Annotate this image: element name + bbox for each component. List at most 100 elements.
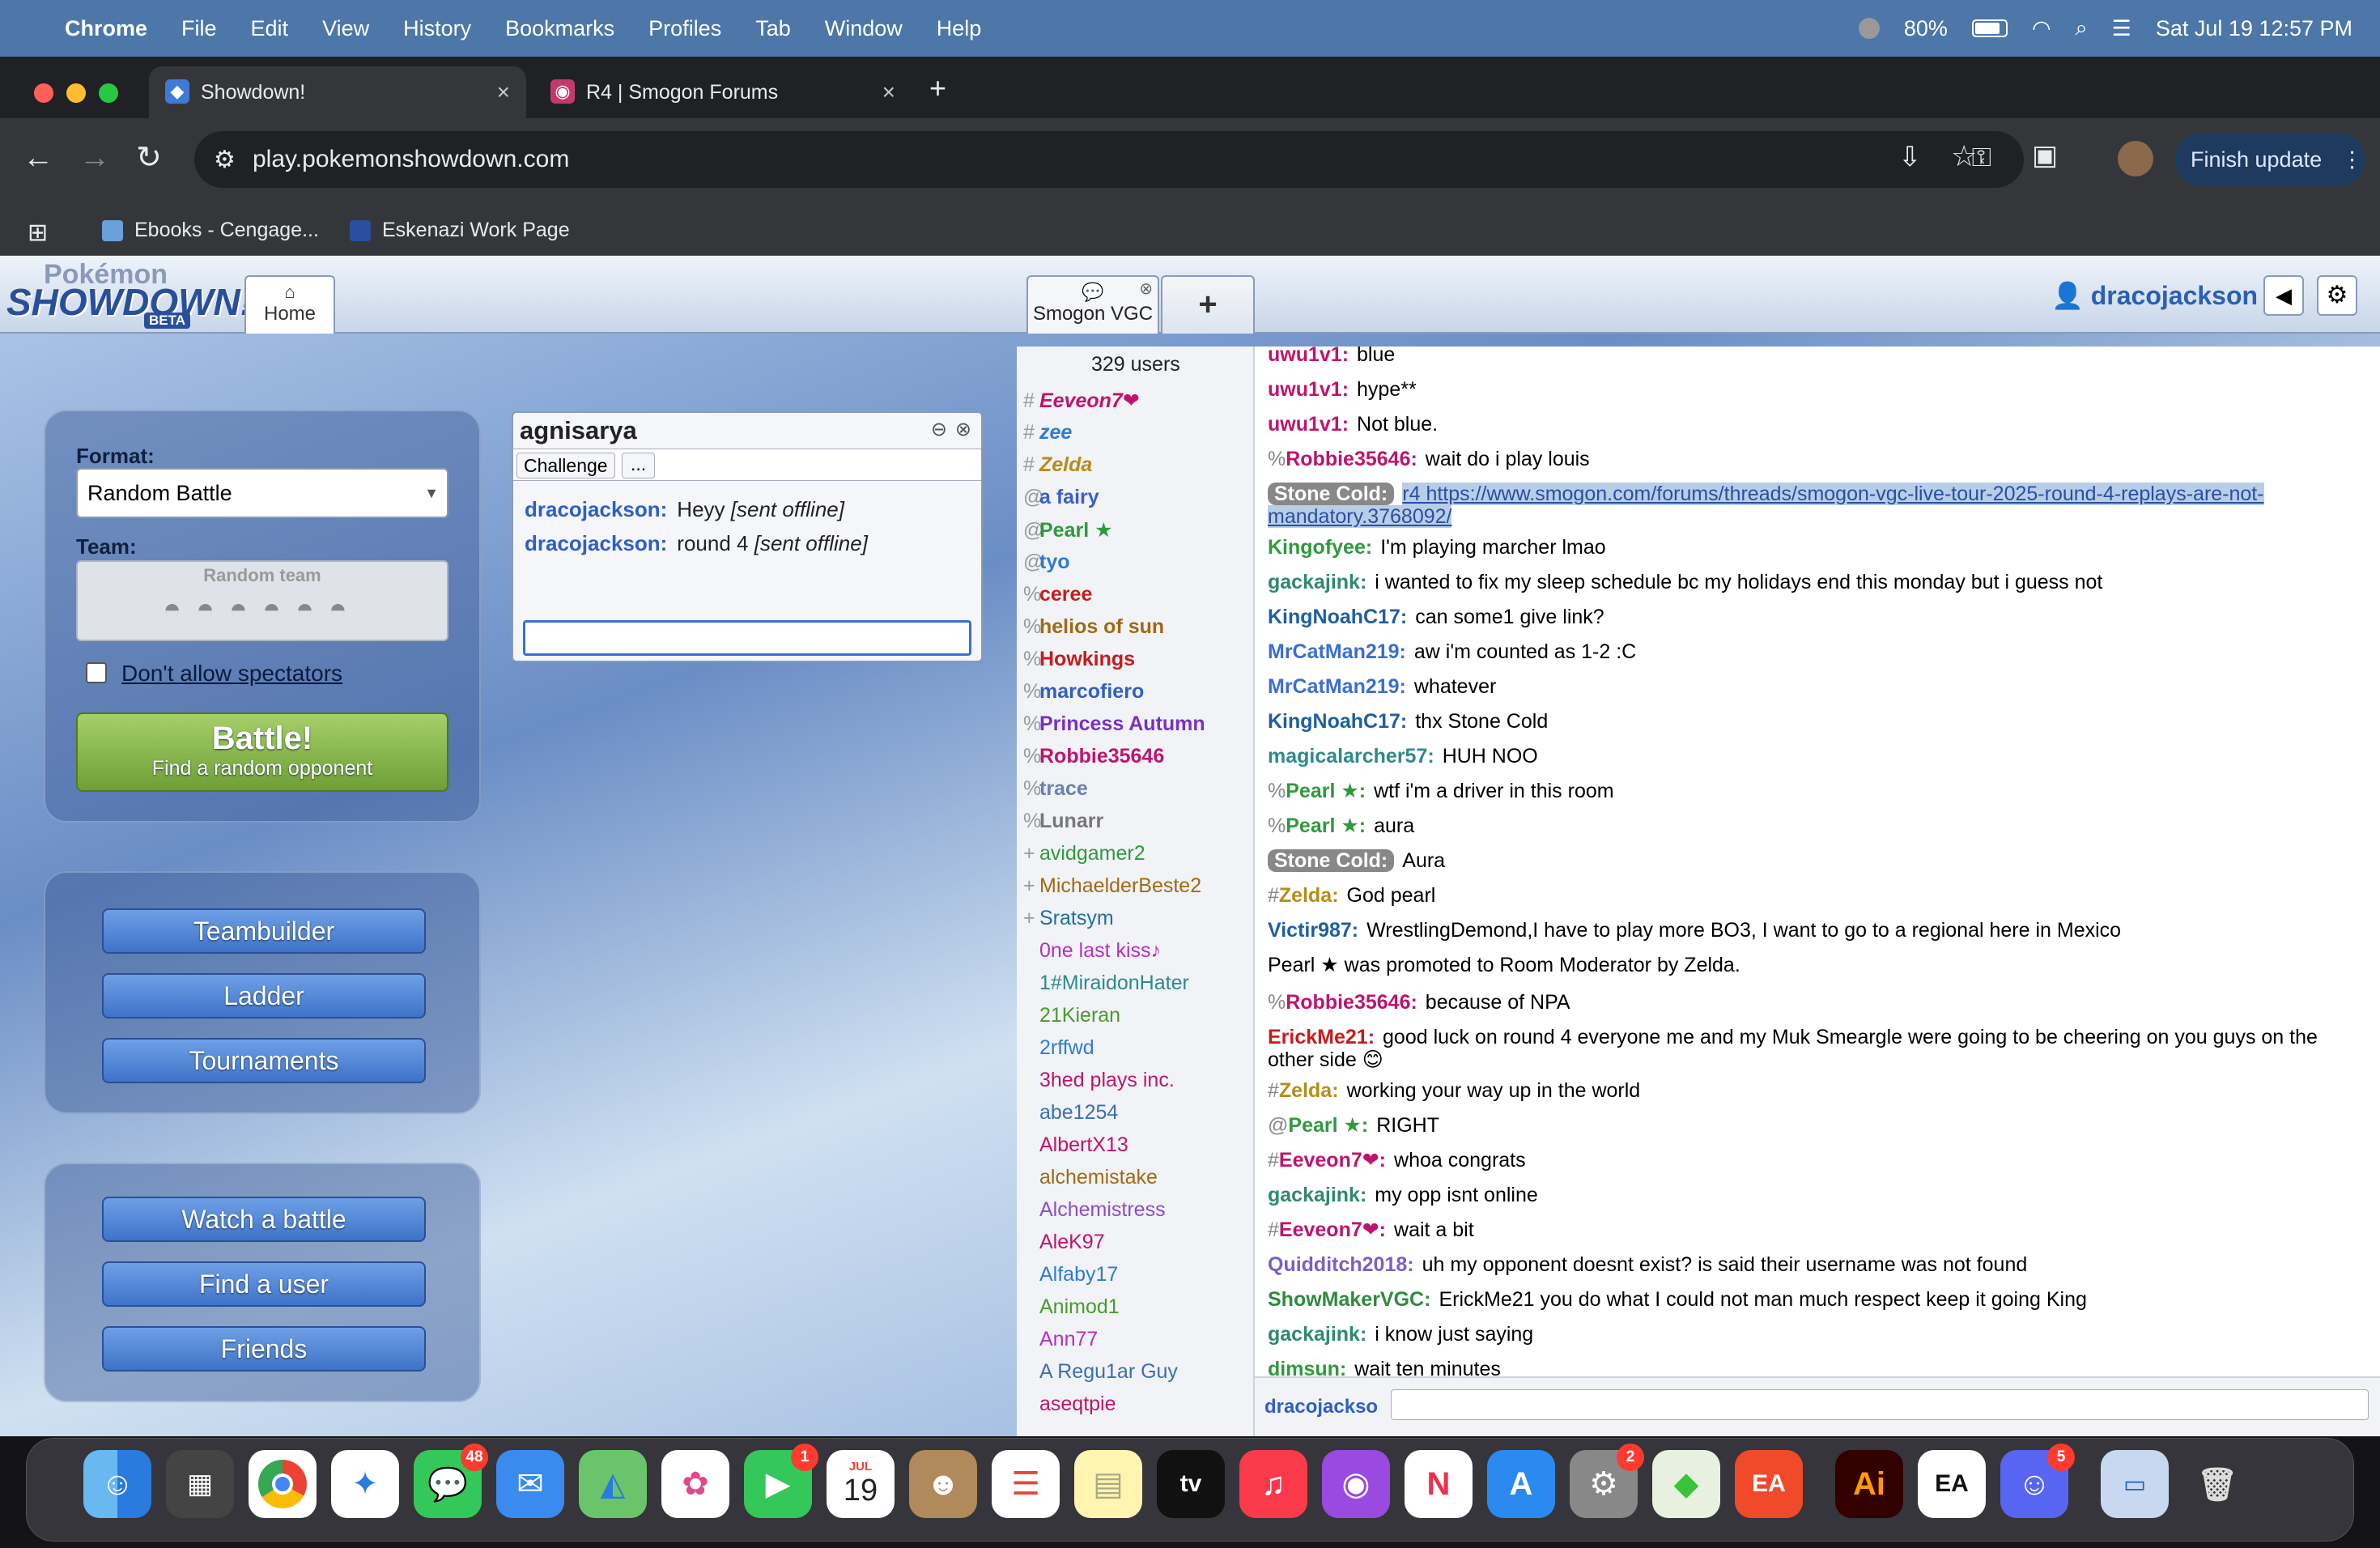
userlist-item[interactable]: %marcofiero	[1023, 680, 1144, 704]
menu-window[interactable]: Window	[825, 16, 903, 41]
team-select[interactable]: Random team ◓◓◓◓◓◓	[76, 560, 448, 641]
menu-file[interactable]: File	[181, 16, 217, 41]
userlist-item[interactable]: 3hed plays inc.	[1023, 1069, 1175, 1092]
userlist-item[interactable]: + MichaelderBeste2	[1023, 874, 1201, 898]
tournaments-button[interactable]: Tournaments	[102, 1038, 426, 1083]
minimize-pm-icon[interactable]: ⊖	[931, 418, 947, 441]
music-icon[interactable]: ♫	[1239, 1450, 1307, 1518]
userlist-item[interactable]: 0ne last kiss♪	[1023, 939, 1161, 963]
userlist-item[interactable]: %Lunarr	[1023, 810, 1103, 833]
close-tab-icon[interactable]: ×	[497, 79, 510, 105]
watch-battle-button[interactable]: Watch a battle	[102, 1197, 426, 1242]
battery-icon[interactable]	[1971, 19, 2008, 37]
chat-username[interactable]: KingNoahC17:	[1268, 606, 1407, 628]
menu-view[interactable]: View	[322, 16, 369, 41]
zoom-window-button[interactable]	[99, 83, 118, 103]
contacts-icon[interactable]: ☻	[909, 1450, 977, 1518]
chat-username[interactable]: Quidditch2018:	[1268, 1253, 1414, 1276]
showdown-logo[interactable]: Pokémon SHOWDOWN! BETA	[6, 259, 253, 330]
photos-icon[interactable]: ✿	[661, 1450, 729, 1518]
chat-username[interactable]: MrCatMan219:	[1268, 640, 1406, 663]
menu-tab[interactable]: Tab	[755, 16, 791, 41]
chat-username[interactable]: uwu1v1:	[1268, 378, 1349, 401]
userlist-item[interactable]: 2rffwd	[1023, 1036, 1094, 1060]
bookmark-eskenazi[interactable]: Eskenazi Work Page	[350, 219, 570, 242]
address-bar[interactable]: ⚙ play.pokemonshowdown.com ⚿	[194, 131, 2024, 188]
userlist-item[interactable]: %Howkings	[1023, 648, 1135, 671]
settings-button[interactable]: ⚙	[2317, 275, 2357, 316]
spectator-checkbox[interactable]	[86, 662, 107, 683]
find-user-button[interactable]: Find a user	[102, 1261, 426, 1307]
chat-username[interactable]: gackajink:	[1268, 1184, 1366, 1206]
challenge-button[interactable]: Challenge	[516, 453, 615, 478]
close-room-icon[interactable]: ⊗	[1139, 279, 1153, 299]
apple-tv-icon[interactable]: tv	[1157, 1450, 1225, 1518]
site-info-icon[interactable]: ⚙	[214, 146, 236, 174]
back-icon[interactable]: ←	[23, 141, 53, 176]
reload-icon[interactable]: ↻	[136, 139, 162, 176]
illustrator-icon[interactable]: Ai	[1835, 1450, 1903, 1518]
finder-icon[interactable]: ☺	[83, 1450, 151, 1518]
battle-button[interactable]: Battle! Find a random opponent	[76, 712, 448, 792]
menu-history[interactable]: History	[403, 16, 471, 41]
userlist-item[interactable]: %Princess Autumn	[1023, 712, 1205, 736]
chat-username[interactable]: Zelda:	[1279, 1079, 1339, 1102]
userlist-item[interactable]: AlbertX13	[1023, 1133, 1128, 1157]
userlist-item[interactable]: Alfaby17	[1023, 1263, 1118, 1286]
chat-link[interactable]: r4 https://www.smogon.com/forums/threads…	[1268, 483, 2264, 528]
more-button[interactable]: ...	[622, 453, 656, 478]
bookmark-star-icon[interactable]: ☆	[1951, 139, 1977, 173]
profile-avatar[interactable]	[2118, 141, 2153, 176]
downloads-stack-icon[interactable]: ▭	[2101, 1450, 2169, 1518]
apps-grid-icon[interactable]: ⊞	[28, 219, 48, 247]
spectator-label[interactable]: Don't allow spectators	[121, 661, 342, 687]
bookmark-ebooks[interactable]: Ebooks - Cengage...	[102, 219, 319, 242]
add-room-button[interactable]: +	[1161, 275, 1255, 334]
menu-bookmarks[interactable]: Bookmarks	[505, 16, 614, 41]
chat-username[interactable]: gackajink:	[1268, 1323, 1366, 1346]
userlist-item[interactable]: @a fairy	[1023, 486, 1099, 509]
chat-username[interactable]: Zelda:	[1279, 884, 1339, 907]
reminders-icon[interactable]: ☰	[992, 1450, 1060, 1518]
spotlight-search-icon[interactable]: ⌕	[2076, 15, 2088, 41]
tab-showdown[interactable]: ◆ Showdown! ×	[149, 66, 526, 118]
pm-title[interactable]: agnisarya	[520, 416, 637, 445]
chrome-icon[interactable]	[249, 1450, 317, 1518]
mail-icon[interactable]: ✉	[496, 1450, 564, 1518]
tab-home[interactable]: ⌂ Home	[244, 275, 335, 334]
calendar-icon[interactable]: JUL 19	[827, 1450, 895, 1518]
chat-username[interactable]: Robbie35646:	[1286, 448, 1417, 470]
userlist-item[interactable]: # Eeveon7❤	[1023, 389, 1140, 413]
userlist-item[interactable]: # Zelda	[1023, 453, 1092, 477]
close-tab-icon[interactable]: ×	[882, 79, 895, 105]
userlist-item[interactable]: 1#MiraidonHater	[1023, 972, 1189, 995]
notes-icon[interactable]: ▤	[1074, 1450, 1142, 1518]
chat-username[interactable]: Eeveon7❤:	[1279, 1218, 1386, 1241]
userlist-item[interactable]: Ann77	[1023, 1328, 1098, 1351]
chat-username[interactable]: Stone Cold:	[1268, 483, 1395, 505]
userlist-item[interactable]: @Pearl ★	[1023, 518, 1113, 542]
safari-icon[interactable]: ✦	[331, 1450, 399, 1518]
userlist-item[interactable]: Alchemistress	[1023, 1198, 1166, 1222]
userlist-item[interactable]: %trace	[1023, 777, 1088, 801]
ea-app-icon[interactable]: EA	[1735, 1450, 1803, 1518]
chat-username[interactable]: uwu1v1:	[1268, 413, 1349, 436]
chat-username[interactable]: KingNoahC17:	[1268, 710, 1407, 733]
userlist-item[interactable]: %Robbie35646	[1023, 745, 1164, 768]
friends-button[interactable]: Friends	[102, 1326, 426, 1372]
chat-username[interactable]: Kingofyee:	[1268, 536, 1372, 559]
userlist-item[interactable]: A Regu1ar Guy	[1023, 1360, 1178, 1384]
tab-room-smogon-vgc[interactable]: 💬 Smogon VGC ⊗	[1026, 275, 1159, 334]
userlist-item[interactable]: Animod1	[1023, 1295, 1120, 1319]
userlist-item[interactable]: %helios of sun	[1023, 615, 1164, 639]
facetime-icon[interactable]: ▶ 1	[744, 1444, 818, 1518]
maps-icon[interactable]: ◭	[579, 1450, 647, 1518]
chat-username[interactable]: gackajink:	[1268, 571, 1366, 593]
chat-username[interactable]: Robbie35646:	[1286, 991, 1417, 1014]
user-button[interactable]: 👤 dracojackson	[2051, 280, 2258, 311]
userlist-item[interactable]: abe1254	[1023, 1101, 1118, 1125]
userlist-item[interactable]: + avidgamer2	[1023, 842, 1145, 865]
install-app-icon[interactable]: ⇩	[1898, 141, 1922, 173]
chat-username[interactable]: dracojackso	[1264, 1396, 1378, 1418]
userlist-item[interactable]: alchemistake	[1023, 1166, 1158, 1189]
